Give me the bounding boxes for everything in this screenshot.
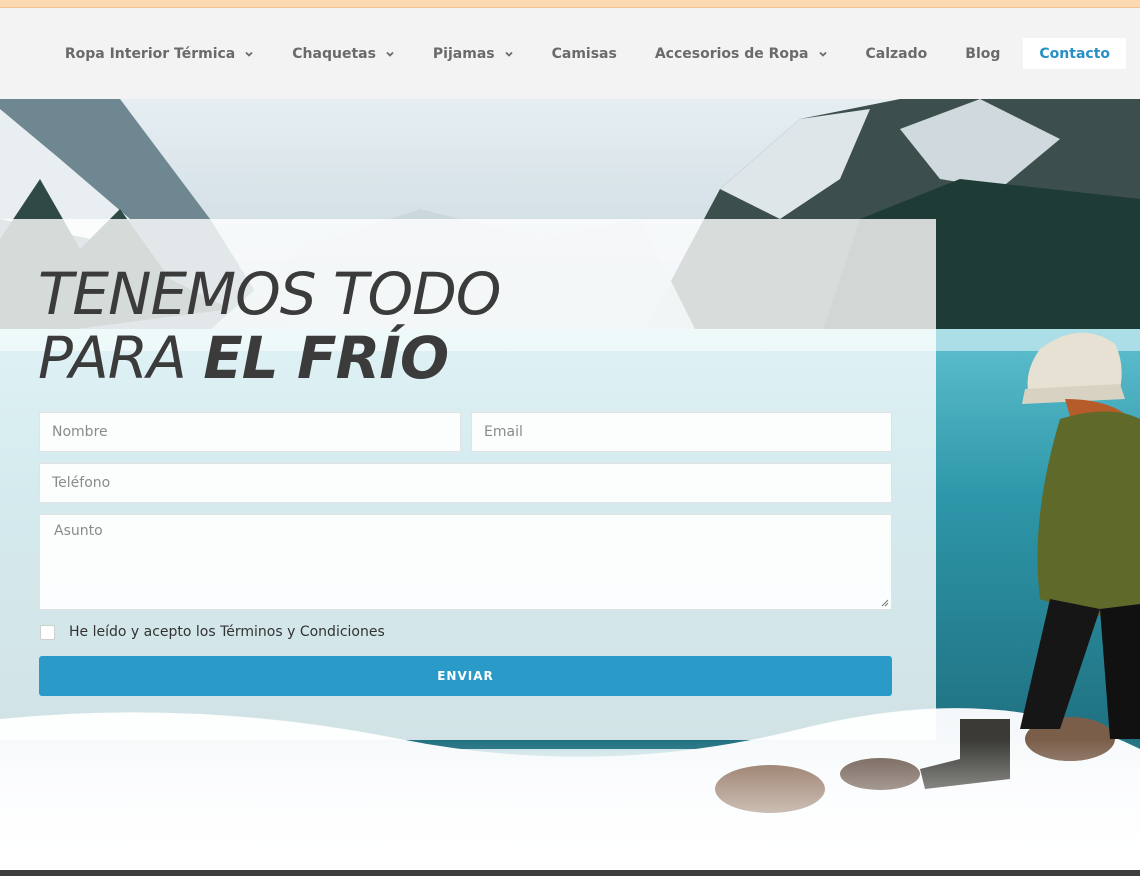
nav-item-blog[interactable]: Blog [946, 38, 1019, 69]
resize-grip-icon[interactable] [881, 599, 889, 607]
nav-menu: Ropa Interior Térmica Chaquetas Pijamas … [46, 38, 1126, 69]
nav-item-label: Blog [965, 45, 1001, 62]
terms-label[interactable]: He leído y acepto los Términos y Condici… [69, 624, 385, 640]
top-announcement-strip [0, 0, 1140, 8]
nav-item-camisas[interactable]: Camisas [533, 38, 636, 69]
chevron-down-icon [504, 49, 514, 59]
submit-button[interactable]: ENVIAR [39, 656, 892, 696]
chevron-down-icon [385, 49, 395, 59]
headline-light-text: PARA [38, 324, 204, 392]
nav-item-label: Chaquetas [292, 45, 376, 62]
nav-item-calzado[interactable]: Calzado [847, 38, 947, 69]
nav-item-chaquetas[interactable]: Chaquetas [273, 38, 414, 69]
asunto-textarea[interactable]: Asunto [39, 514, 892, 610]
contact-form-panel: TENEMOS TODO PARA EL FRÍO Nombre Email T… [0, 219, 936, 740]
nav-item-label: Pijamas [432, 45, 495, 62]
nav-item-ropa-interior-termica[interactable]: Ropa Interior Térmica [46, 38, 273, 69]
nombre-input[interactable]: Nombre [39, 412, 461, 452]
nombre-placeholder: Nombre [52, 424, 108, 440]
headline-line-1: TENEMOS TODO [38, 260, 501, 328]
hero-section: TENEMOS TODO PARA EL FRÍO Nombre Email T… [0, 99, 1140, 870]
bottom-scrollbar-edge [0, 870, 1140, 876]
email-input[interactable]: Email [471, 412, 892, 452]
nav-item-label: Ropa Interior Térmica [64, 45, 236, 62]
headline-bold-text: EL FRÍO [203, 324, 449, 392]
telefono-input[interactable]: Teléfono [39, 463, 892, 503]
nav-item-label: Camisas [551, 45, 617, 62]
nav-item-label: Contacto [1039, 45, 1110, 62]
terms-checkbox[interactable] [40, 624, 55, 640]
hero-headline: TENEMOS TODO PARA EL FRÍO [38, 260, 501, 390]
chevron-down-icon [244, 49, 254, 59]
main-navbar: Ropa Interior Térmica Chaquetas Pijamas … [0, 8, 1140, 99]
nav-item-label: Calzado [865, 45, 928, 62]
headline-line-2: PARA EL FRÍO [38, 326, 500, 390]
asunto-placeholder: Asunto [54, 523, 103, 539]
nav-item-pijamas[interactable]: Pijamas [414, 38, 533, 69]
telefono-placeholder: Teléfono [52, 475, 111, 491]
terms-row: He leído y acepto los Términos y Condici… [40, 624, 385, 640]
chevron-down-icon [818, 49, 828, 59]
nav-item-label: Accesorios de Ropa [654, 45, 809, 62]
email-placeholder: Email [484, 424, 523, 440]
nav-item-contacto[interactable]: Contacto [1023, 38, 1126, 69]
nav-item-accesorios-de-ropa[interactable]: Accesorios de Ropa [636, 38, 847, 69]
